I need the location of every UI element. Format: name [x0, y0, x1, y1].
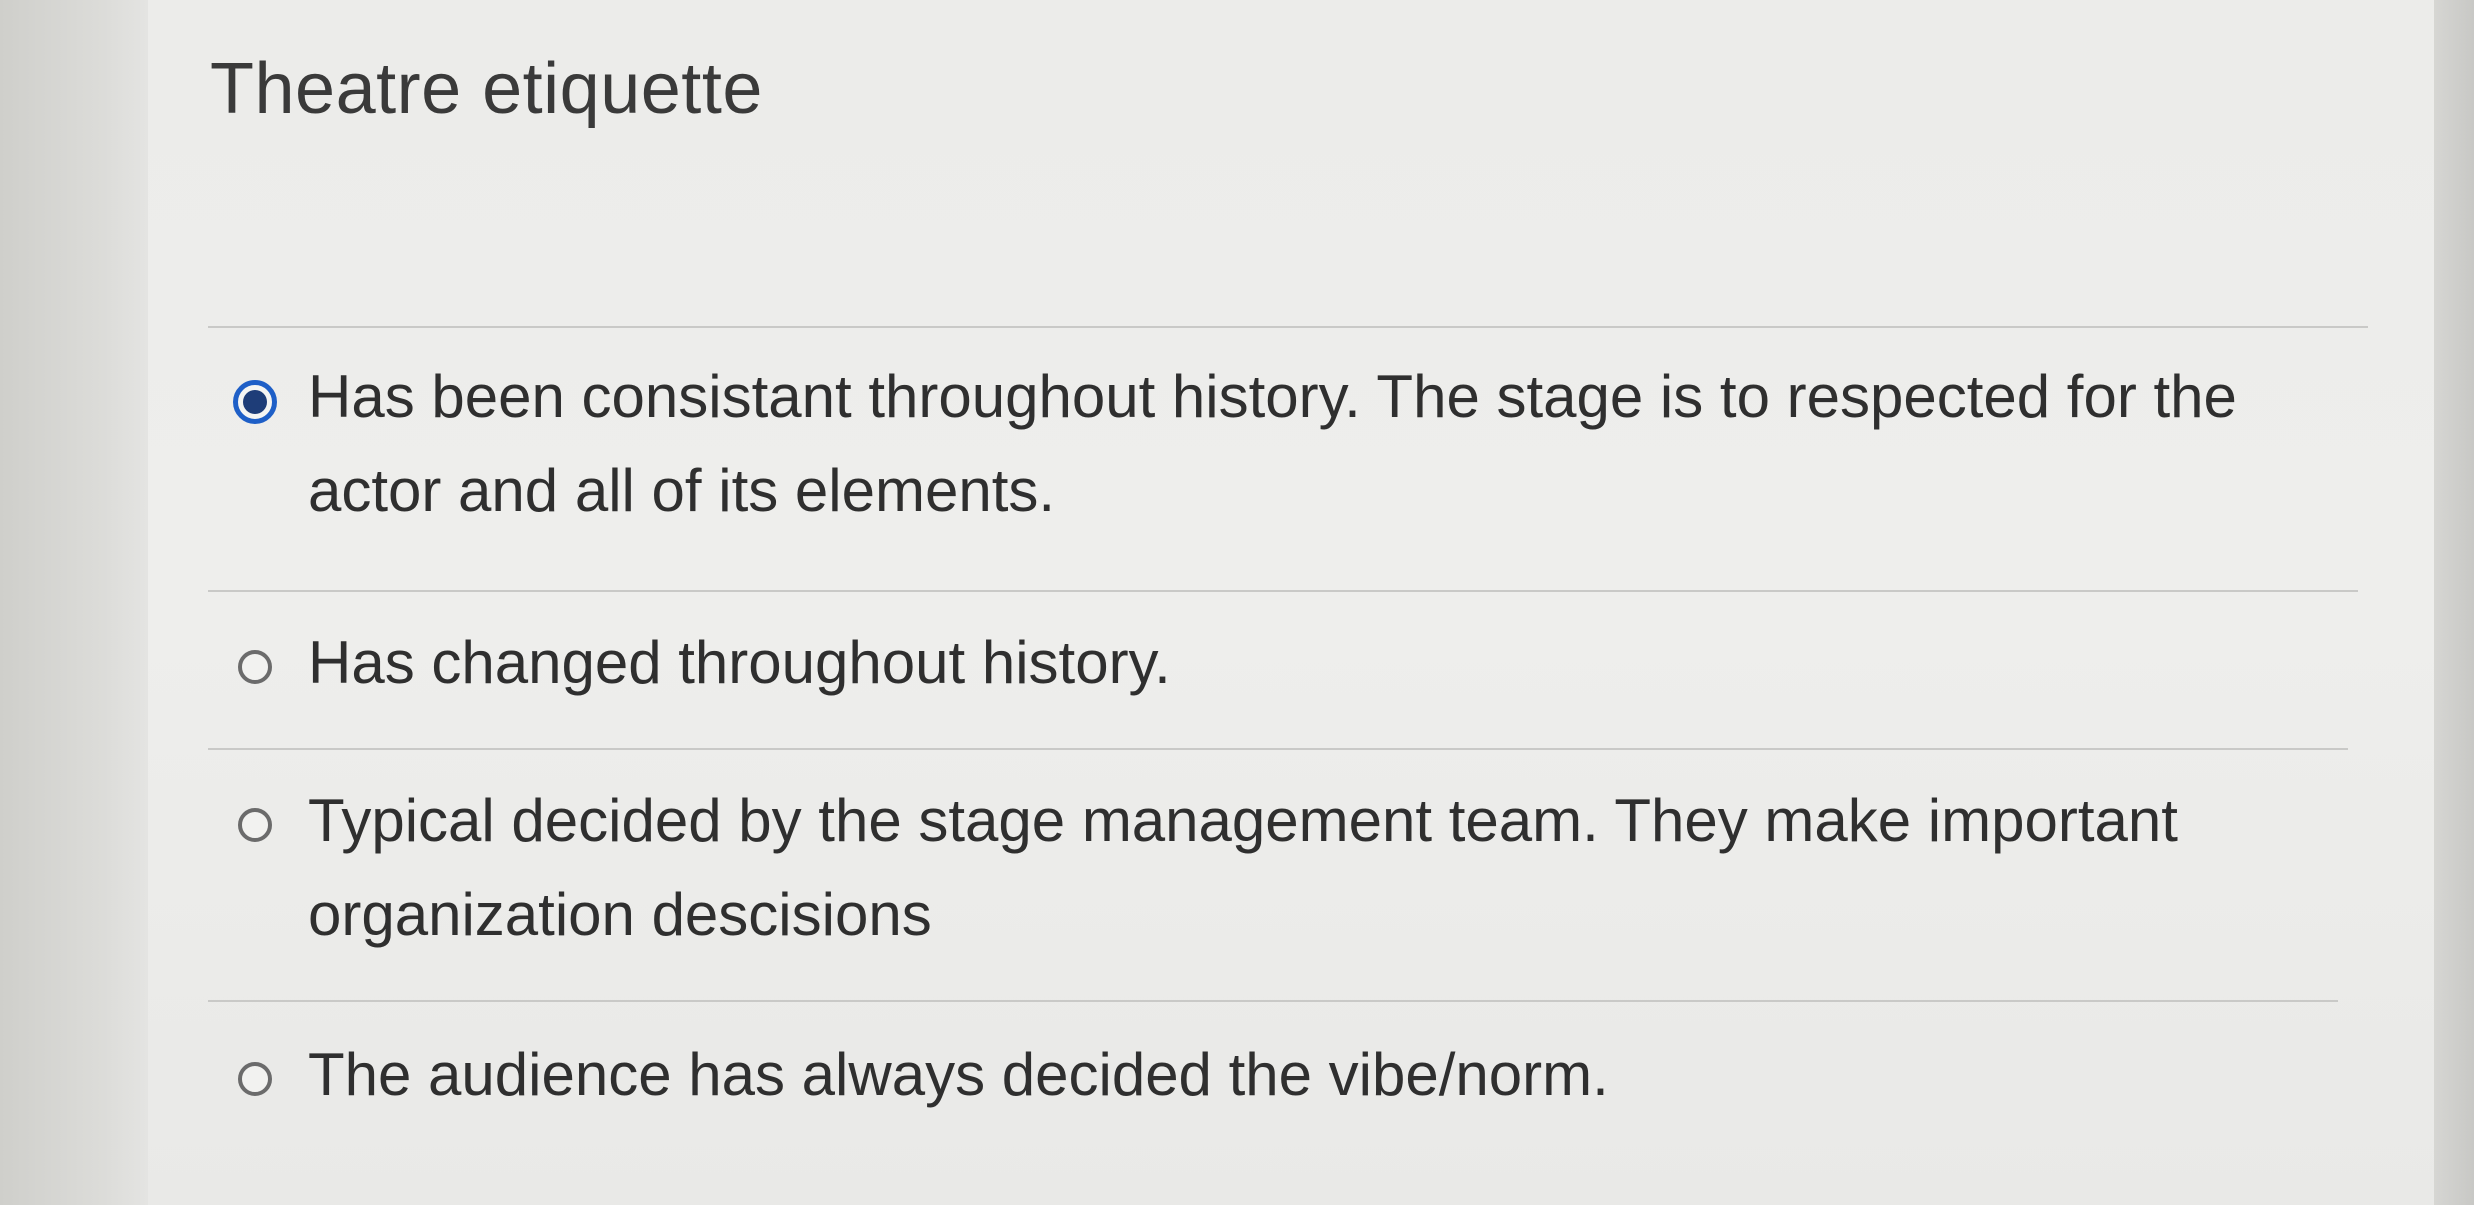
answer-option-2[interactable]: Has changed throughout history.	[238, 628, 2338, 710]
divider	[208, 1000, 2338, 1002]
radio-unselected-icon[interactable]	[238, 650, 272, 684]
radio-selected-icon[interactable]	[233, 380, 277, 424]
question-title: Theatre etiquette	[210, 49, 763, 129]
divider	[208, 748, 2348, 750]
radio-unselected-icon[interactable]	[238, 808, 272, 842]
answer-option-4[interactable]: The audience has always decided the vibe…	[238, 1040, 2338, 1122]
divider	[208, 590, 2358, 592]
answer-label: Has been consistant throughout history. …	[308, 363, 2237, 524]
answer-option-3[interactable]: Typical decided by the stage management …	[238, 786, 2338, 962]
answer-option-1[interactable]: Has been consistant throughout history. …	[233, 362, 2338, 538]
answer-label: The audience has always decided the vibe…	[308, 1041, 1609, 1108]
screen-bezel-left	[0, 0, 148, 1205]
quiz-question-panel: Theatre etiquette Has been consistant th…	[148, 0, 2434, 1205]
answer-label: Typical decided by the stage management …	[308, 787, 2178, 948]
divider	[208, 326, 2368, 328]
screen-bezel-right	[2434, 0, 2474, 1205]
radio-unselected-icon[interactable]	[238, 1062, 272, 1096]
answer-label: Has changed throughout history.	[308, 629, 1171, 696]
